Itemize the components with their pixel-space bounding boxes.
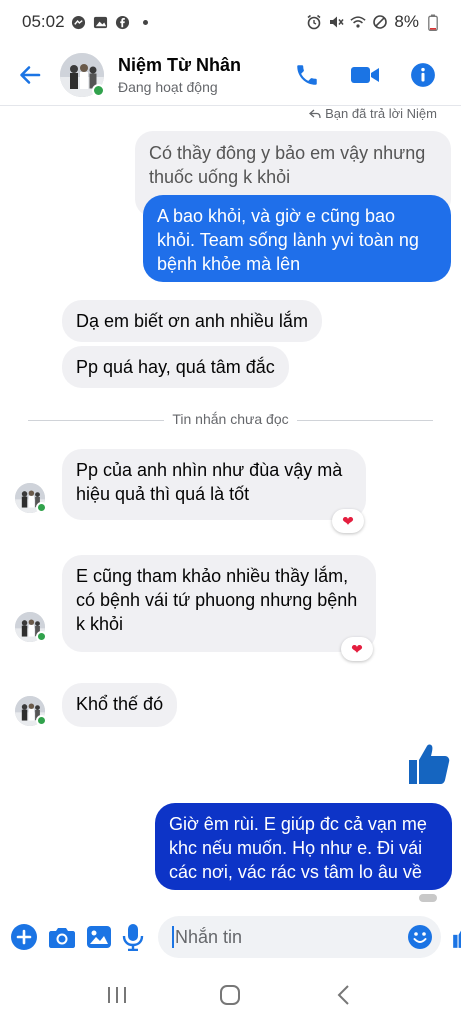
system-back-button[interactable] (324, 975, 364, 1015)
more-actions-button[interactable] (10, 918, 38, 956)
back-button[interactable] (0, 44, 60, 106)
sent-like-sticker[interactable] (405, 740, 453, 788)
message-text: Pp của anh nhìn như đùa vậy mà hiệu quả … (76, 460, 343, 504)
thumbs-up-icon (409, 744, 450, 784)
info-icon (411, 62, 435, 87)
heart-icon: ❤ (351, 640, 363, 657)
online-indicator (36, 631, 47, 642)
message-text: Dạ em biết ơn anh nhiều lắm (76, 311, 308, 331)
conversation-info-button[interactable] (405, 57, 441, 93)
mute-icon (328, 14, 345, 30)
thumbs-up-icon (453, 930, 461, 948)
sender-avatar[interactable] (15, 483, 47, 515)
online-indicator (36, 715, 47, 726)
seen-indicator (419, 894, 437, 902)
reply-context-text: Bạn đã trả lời Niệm (325, 106, 437, 121)
conversation-header: Niệm Từ Nhân Đang hoạt động (0, 44, 461, 106)
gallery-button[interactable] (86, 918, 112, 956)
battery-icon (425, 14, 441, 31)
active-status: Đang hoạt động (118, 78, 218, 95)
camera-icon (49, 928, 75, 948)
sender-avatar[interactable] (15, 696, 47, 728)
home-icon (220, 985, 241, 1005)
wifi-icon (350, 14, 367, 30)
incoming-message-bubble[interactable]: Dạ em biết ơn anh nhiều lắm (62, 300, 322, 342)
chevron-left-icon (337, 985, 349, 1005)
smiley-icon (408, 925, 432, 949)
home-button[interactable] (210, 975, 250, 1015)
online-indicator (36, 502, 47, 513)
battery-percent: 8% (394, 12, 419, 31)
phone-icon (297, 64, 317, 85)
message-input[interactable] (175, 926, 407, 948)
message-reaction[interactable]: ❤ (332, 509, 364, 533)
system-navigation-bar (0, 966, 461, 1024)
voice-message-button[interactable] (122, 918, 144, 956)
send-like-button[interactable] (451, 918, 461, 956)
recent-apps-button[interactable] (97, 975, 137, 1015)
heart-icon: ❤ (342, 512, 354, 529)
message-text: Khổ thế đó (76, 694, 164, 714)
message-input-field[interactable] (158, 916, 441, 958)
gallery-notification-icon (93, 14, 109, 30)
status-bar: 05:02 8% (0, 0, 461, 44)
no-signal-icon (372, 14, 388, 30)
incoming-message-bubble[interactable]: Khổ thế đó (62, 683, 178, 727)
messenger-notification-icon (71, 14, 87, 30)
message-text: A bao khỏi, và giờ e cũng bao khỏi. Team… (157, 206, 419, 274)
outgoing-message-bubble[interactable]: A bao khỏi, và giờ e cũng bao khỏi. Team… (143, 195, 451, 282)
contact-avatar[interactable] (60, 52, 105, 97)
sender-avatar[interactable] (15, 612, 47, 644)
message-text: Giờ êm rùi. E giúp đc cả vạn mẹ khc nếu … (169, 814, 427, 882)
unread-divider-label: Tin nhắn chưa đọc (164, 411, 297, 427)
video-call-button[interactable] (347, 57, 383, 93)
emoji-button[interactable] (407, 924, 433, 950)
incoming-message-bubble[interactable]: Pp của anh nhìn như đùa vậy mà hiệu quả … (62, 449, 366, 520)
unread-divider: Tin nhắn chưa đọc (0, 411, 461, 429)
recent-apps-icon (107, 987, 126, 1003)
text-caret (172, 926, 174, 948)
message-composer (0, 910, 461, 964)
contact-name[interactable]: Niệm Từ Nhân (118, 55, 289, 76)
plus-icon (11, 924, 37, 950)
clock: 05:02 (22, 12, 65, 31)
camera-button[interactable] (48, 918, 76, 956)
message-text: Có thầy đông y bảo em vậy nhưng thuốc uố… (149, 143, 426, 187)
alarm-icon (306, 14, 322, 30)
more-notifications-dot (142, 19, 148, 25)
incoming-message-bubble[interactable]: Pp quá hay, quá tâm đắc (62, 346, 289, 388)
video-camera-icon (351, 66, 379, 83)
facebook-notification-icon (115, 14, 131, 30)
image-icon (87, 926, 111, 948)
message-reaction[interactable]: ❤ (341, 637, 373, 661)
reply-context-note: Bạn đã trả lời Niệm (309, 106, 437, 121)
outgoing-message-bubble[interactable]: Giờ êm rùi. E giúp đc cả vạn mẹ khc nếu … (155, 803, 452, 890)
back-arrow-icon (20, 65, 41, 84)
message-text: E cũng tham khảo nhiều thầy lắm, có bệnh… (76, 566, 358, 634)
online-indicator (92, 83, 105, 97)
reply-icon (309, 109, 321, 118)
incoming-message-bubble[interactable]: E cũng tham khảo nhiều thầy lắm, có bệnh… (62, 555, 376, 652)
microphone-icon (122, 924, 144, 951)
message-text: Pp quá hay, quá tâm đắc (76, 357, 275, 377)
voice-call-button[interactable] (289, 57, 325, 93)
